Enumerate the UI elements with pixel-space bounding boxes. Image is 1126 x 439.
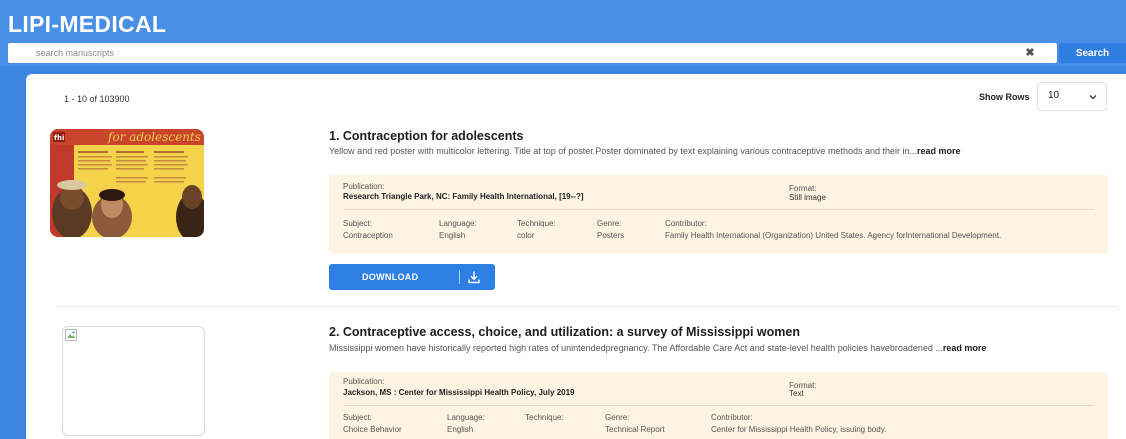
language-value: English — [447, 425, 474, 434]
contributor-value: Center for Mississippi Health Policy, is… — [711, 425, 887, 434]
svg-text:for adolescents: for adolescents — [107, 130, 201, 144]
result-divider — [56, 306, 1118, 307]
subject-label: Subject: — [343, 413, 372, 422]
contributor-label: Contributor: — [665, 219, 707, 228]
subject-value: Contraception — [343, 231, 393, 240]
metadata-divider — [343, 209, 1094, 210]
genre-label: Genre: — [605, 413, 630, 422]
poster-image: fhi for adolescents — [50, 129, 204, 237]
genre-value: Posters — [597, 231, 625, 240]
language-label: Language: — [439, 219, 477, 228]
contributor-label: Contributor: — [711, 413, 753, 422]
item-description: Mississippi women have historically repo… — [329, 342, 1089, 354]
search-button[interactable]: Search — [1059, 43, 1126, 63]
publication-label: Publication: — [343, 377, 385, 386]
item-metadata: Publication: Jackson, MS : Center for Mi… — [329, 372, 1108, 439]
download-icon — [468, 271, 480, 284]
item-description: Yellow and red poster with multicolor le… — [329, 145, 1089, 157]
publication-label: Publication: — [343, 182, 385, 191]
technique-value: color — [517, 231, 535, 240]
rows-per-page-select[interactable]: 10 — [1037, 82, 1107, 111]
language-value: English — [439, 231, 466, 240]
item-description-text: Yellow and red poster with multicolor le… — [329, 146, 917, 156]
technique-label: Technique: — [517, 219, 556, 228]
svg-text:fhi: fhi — [54, 134, 64, 142]
item-description-text: Mississippi women have historically repo… — [329, 343, 943, 353]
subject-label: Subject: — [343, 219, 372, 228]
publication-value: Jackson, MS : Center for Mississippi Hea… — [343, 388, 575, 397]
search-bar: ✖ — [8, 43, 1057, 63]
item-title[interactable]: 1. Contraception for adolescents — [329, 129, 523, 143]
publication-value: Research Triangle Park, NC: Family Healt… — [343, 192, 584, 201]
results-panel: 1 - 10 of 103900 Show Rows 10 fhi for ad… — [26, 74, 1126, 439]
read-more-link[interactable]: read more — [943, 343, 987, 353]
contributor-value: Family Health International (Organizatio… — [665, 231, 1002, 240]
download-button[interactable]: DOWNLOAD — [329, 264, 495, 290]
chevron-down-icon — [1089, 95, 1097, 100]
genre-label: Genre: — [597, 219, 622, 228]
show-rows-label: Show Rows — [979, 92, 1030, 102]
metadata-divider — [343, 405, 1094, 406]
top-header: LIPI-MEDICAL ✖ Search — [0, 0, 1126, 66]
read-more-link[interactable]: read more — [917, 146, 961, 156]
subject-value: Choice Behavior — [343, 425, 402, 434]
language-label: Language: — [447, 413, 485, 422]
close-icon[interactable]: ✖ — [1023, 46, 1037, 60]
rows-per-page-value: 10 — [1048, 90, 1060, 101]
format-label: Format: — [789, 184, 817, 193]
format-value: Text — [789, 389, 804, 398]
button-divider — [459, 270, 460, 284]
item-metadata: Publication: Research Triangle Park, NC:… — [329, 175, 1108, 254]
item-title[interactable]: 2. Contraceptive access, choice, and uti… — [329, 325, 800, 339]
technique-label: Technique: — [525, 413, 564, 422]
item-thumbnail[interactable] — [62, 326, 205, 436]
item-thumbnail[interactable]: fhi for adolescents — [50, 129, 204, 237]
app-title: LIPI-MEDICAL — [8, 11, 167, 37]
search-input[interactable] — [8, 43, 998, 63]
result-count: 1 - 10 of 103900 — [64, 94, 130, 104]
genre-value: Technical Report — [605, 425, 665, 434]
broken-image-icon — [65, 329, 77, 341]
format-value: Still image — [789, 193, 826, 202]
download-label: DOWNLOAD — [362, 272, 419, 282]
